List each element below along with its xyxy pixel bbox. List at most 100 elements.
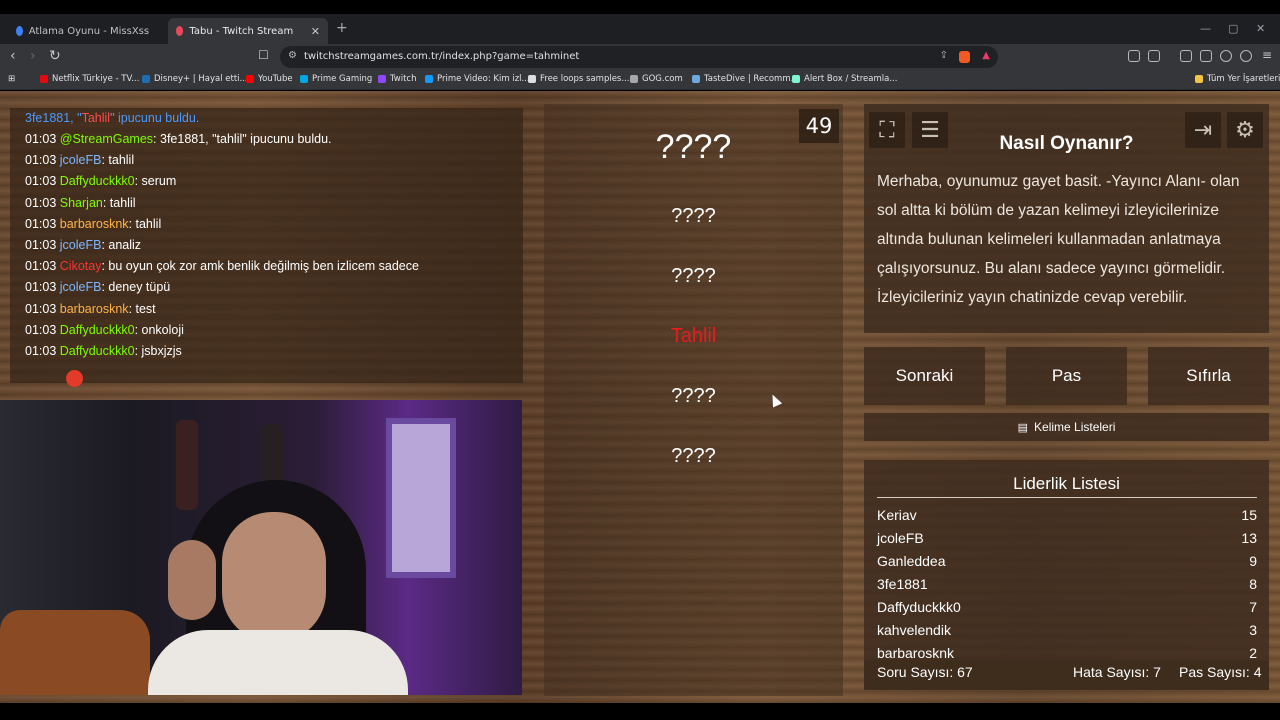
banner-prefix: 3fe1881, " — [25, 111, 82, 125]
site-info-icon[interactable]: ⚙ — [288, 50, 297, 61]
wallet-icon[interactable] — [1200, 50, 1212, 62]
chat-text: : onkoloji — [134, 322, 184, 337]
prime-video-icon — [425, 75, 433, 83]
back-icon[interactable]: ‹ — [10, 48, 16, 64]
forbidden-word: ???? — [671, 205, 716, 227]
leaderboard-score: 13 — [1241, 530, 1257, 546]
chat-username[interactable]: barbarosknk — [60, 302, 129, 316]
youtube-icon — [246, 75, 254, 83]
brave-shield-icon[interactable] — [959, 51, 970, 63]
chat-time: 01:03 — [25, 132, 57, 146]
twitch-icon — [378, 75, 386, 83]
chat-time: 01:03 — [25, 174, 57, 189]
tab-tabu[interactable]: Tabu - Twitch Stream Games ✕ — [168, 18, 328, 44]
leaderboard-name: Daffyduckkk0 — [877, 599, 961, 615]
leaderboard-row: Daffyduckkk0 7 — [877, 599, 1257, 622]
extension-icon[interactable] — [1128, 50, 1140, 62]
chat-username[interactable]: Daffyduckkk0 — [60, 344, 135, 358]
reload-icon[interactable]: ↻ — [49, 48, 61, 64]
chat-username[interactable]: Cikotay — [60, 259, 102, 273]
address-bar[interactable]: ⚙ twitchstreamgames.com.tr/index.php?gam… — [280, 46, 998, 68]
leaderboard-name: kahvelendik — [877, 622, 951, 638]
chat-time: 01:03 — [25, 216, 57, 231]
fullscreen-icon[interactable]: ⛶ — [869, 112, 905, 148]
gog-icon — [630, 75, 638, 83]
chat-username[interactable]: Daffyduckkk0 — [60, 323, 135, 337]
chat-username[interactable]: Daffyduckkk0 — [60, 174, 135, 188]
apps-icon[interactable]: ⊞ — [8, 74, 15, 84]
bookmark-netflix[interactable]: Netflix Türkiye - TV... — [40, 74, 139, 84]
chat-username[interactable]: barbarosknk — [60, 217, 129, 231]
bookmark-gog[interactable]: GOG.com — [630, 74, 683, 84]
url-text[interactable]: twitchstreamgames.com.tr/index.php?game=… — [304, 51, 579, 62]
red-marker — [66, 370, 83, 387]
leaderboard-score: 7 — [1249, 599, 1257, 615]
bookmark-tastedive[interactable]: TasteDive | Recomm... — [692, 74, 799, 84]
chat-username[interactable]: @StreamGames — [60, 132, 153, 146]
vpn-icon[interactable] — [1240, 50, 1252, 62]
pass-button[interactable]: Pas — [1006, 347, 1127, 405]
chat-message: 01:03 Sharjan: tahlil — [25, 196, 136, 210]
chat-message: 01:03 jcoleFB: tahlil — [25, 153, 134, 167]
close-window-icon[interactable]: ✕ — [1256, 22, 1265, 35]
forward-icon[interactable]: › — [30, 48, 36, 64]
word-lists-label: Kelime Listeleri — [1034, 420, 1116, 434]
chat-panel: 3fe1881, "Tahlil" ipucunu buldu. 01:03 @… — [10, 108, 523, 383]
bookmark-label: Prime Gaming — [312, 74, 373, 84]
share-icon[interactable]: ⇪ — [940, 50, 948, 61]
all-bookmarks[interactable]: Tüm Yer İşaretleri — [1195, 74, 1280, 84]
bookmark-disney[interactable]: Disney+ | Hayal etti... — [142, 74, 248, 84]
maximize-icon[interactable]: ▢ — [1228, 22, 1238, 35]
chat-username[interactable]: jcoleFB — [60, 238, 102, 252]
chat-message: 01:03 Daffyduckkk0: jsbxjzjs — [25, 344, 182, 358]
next-button[interactable]: Sonraki — [864, 347, 985, 405]
bookmark-label: Tüm Yer İşaretleri — [1207, 74, 1280, 84]
sidebar-icon[interactable] — [1180, 50, 1192, 62]
close-tab-icon[interactable]: ✕ — [311, 25, 320, 38]
leaderboard-name: Keriav — [877, 507, 917, 523]
exit-icon[interactable]: ⇥ — [1185, 112, 1221, 148]
bookmark-prime-gaming[interactable]: Prime Gaming — [300, 74, 372, 84]
netflix-icon — [40, 75, 48, 83]
reset-button[interactable]: Sıfırla — [1148, 347, 1269, 405]
leaderboard-row: Keriav 15 — [877, 507, 1257, 530]
bookmark-label: GOG.com — [642, 74, 683, 84]
chat-text: : tahlil — [128, 216, 162, 231]
word-lists-button[interactable]: ▤ Kelime Listeleri — [864, 413, 1269, 441]
leaderboard-title: Liderlik Listesi — [1013, 474, 1120, 493]
chat-username[interactable]: jcoleFB — [60, 280, 102, 294]
bookmark-label: Free loops samples... — [540, 74, 630, 84]
new-tab-icon[interactable]: + — [336, 20, 348, 36]
leaderboard-row: jcoleFB 13 — [877, 530, 1257, 553]
chat-time: 01:03 — [25, 195, 57, 210]
stats-bar: Soru Sayısı: 67 Hata Sayısı: 7 Pas Sayıs… — [864, 660, 1269, 690]
bookmark-free-loops[interactable]: Free loops samples... — [528, 74, 629, 84]
bookmark-twitch[interactable]: Twitch — [378, 74, 417, 84]
tab-label: Tabu - Twitch Stream Games — [189, 25, 294, 37]
bookmark-icon[interactable]: ☐ — [258, 48, 269, 62]
leo-icon[interactable] — [1220, 50, 1232, 62]
chat-time: 01:03 — [25, 238, 57, 252]
extension-icon[interactable] — [1148, 50, 1160, 62]
leaderboard-divider — [877, 497, 1257, 498]
settings-gear-icon[interactable]: ⚙ — [1227, 112, 1263, 148]
leaderboard-name: Ganleddea — [877, 553, 946, 569]
bookmark-label: TasteDive | Recomm... — [704, 74, 799, 84]
chat-text: : 3fe1881, "tahlil" ipucunu buldu. — [153, 132, 332, 146]
chat-text: : tahlil — [101, 153, 135, 168]
bookmark-prime-video[interactable]: Prime Video: Kim izl... — [425, 74, 530, 84]
webcam-person-hand — [168, 540, 216, 620]
menu-icon[interactable]: ≡ — [1262, 48, 1272, 62]
chat-message: 01:03 Daffyduckkk0: serum — [25, 174, 176, 188]
bookmark-streamlabs[interactable]: Alert Box / Streamla... — [792, 74, 897, 84]
chat-username[interactable]: jcoleFB — [60, 153, 102, 167]
chat-text: : bu oyun çok zor amk benlik değilmiş be… — [101, 259, 419, 274]
minimize-icon[interactable]: — — [1200, 22, 1211, 35]
bookmark-youtube[interactable]: YouTube — [246, 74, 293, 84]
bookmarks-bar: ⊞ Netflix Türkiye - TV... Disney+ | Haya… — [0, 70, 1280, 90]
rules-document-icon[interactable]: ☰ — [912, 112, 948, 148]
tab-atlama-oyunu[interactable]: Atlama Oyunu - MissXss AI Bot Syste — [8, 18, 160, 44]
rewards-icon[interactable]: ▲ — [982, 50, 990, 61]
chat-username[interactable]: Sharjan — [60, 196, 103, 210]
chat-time: 01:03 — [25, 301, 57, 316]
